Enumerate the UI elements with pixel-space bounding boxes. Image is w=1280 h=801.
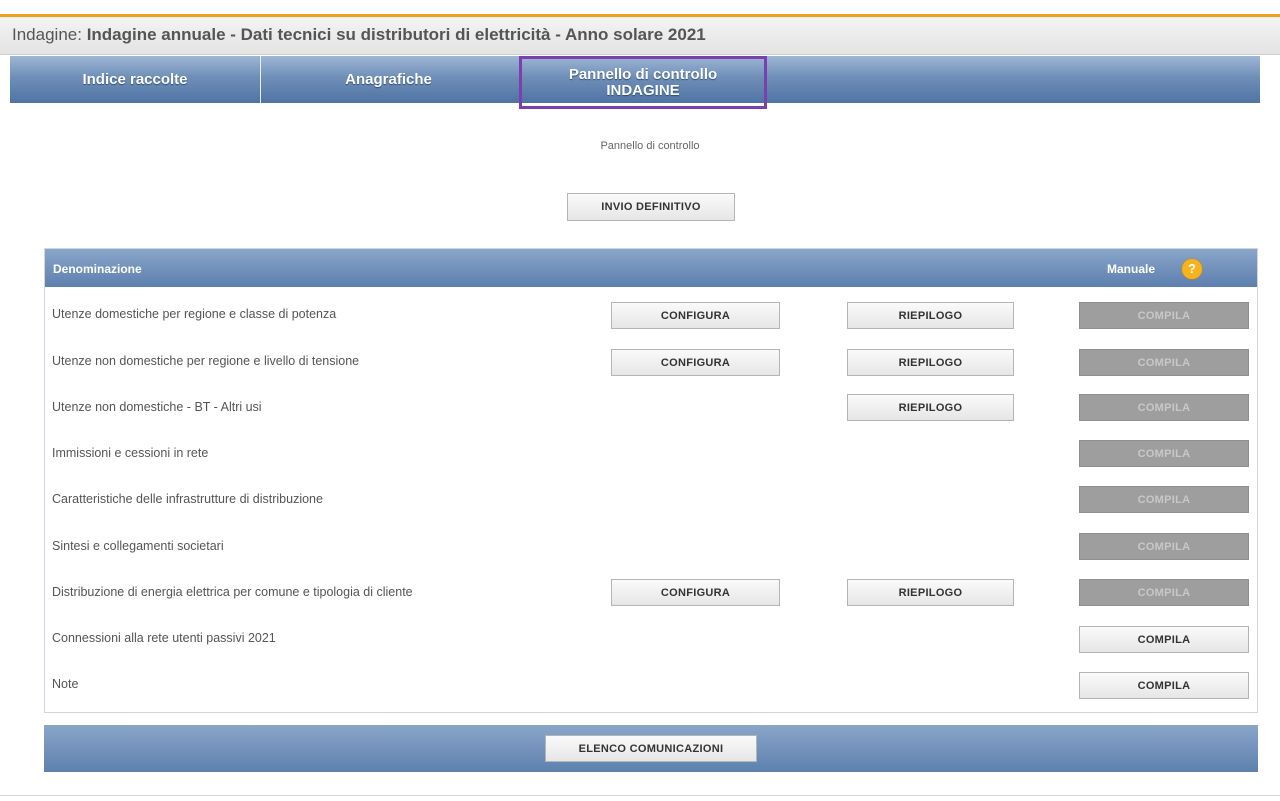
row-label: Utenze non domestiche per regione e live… [52, 354, 360, 368]
compila-button-disabled: COMPILA [1079, 533, 1249, 560]
row-label: Distribuzione di energia elettrica per c… [52, 585, 413, 599]
riepilogo-button[interactable]: RIEPILOGO [847, 579, 1014, 606]
row-label: Caratteristiche delle infrastrutture di … [52, 492, 323, 506]
invio-definitivo-button[interactable]: INVIO DEFINITIVO [567, 193, 735, 221]
row-label: Connessioni alla rete utenti passivi 202… [52, 631, 276, 645]
table-header: Denominazione Manuale ? [45, 249, 1257, 287]
bottom-divider [0, 795, 1280, 796]
tab-label: Indice raccolte [82, 71, 188, 88]
help-icon[interactable]: ? [1182, 259, 1202, 279]
row-label: Note [52, 677, 79, 691]
compila-button-disabled: COMPILA [1079, 579, 1249, 606]
compila-button[interactable]: COMPILA [1079, 672, 1249, 699]
configura-button[interactable]: CONFIGURA [611, 349, 780, 376]
riepilogo-button[interactable]: RIEPILOGO [847, 349, 1014, 376]
row-label: Utenze domestiche per regione e classe d… [52, 307, 337, 321]
elenco-comunicazioni-button[interactable]: ELENCO COMUNICAZIONI [545, 735, 757, 762]
compila-button[interactable]: COMPILA [1079, 626, 1249, 653]
row-label: Utenze non domestiche - BT - Altri usi [52, 400, 262, 414]
row-label: Sintesi e collegamenti societari [52, 539, 224, 553]
tab-indice-raccolte[interactable]: Indice raccolte [10, 56, 261, 103]
tab-label-line1: Pannello di controllo [568, 65, 718, 83]
configura-button[interactable]: CONFIGURA [611, 579, 780, 606]
row-label: Immissioni e cessioni in rete [52, 446, 209, 460]
page-subtitle: Pannello di controllo [600, 140, 700, 152]
compila-button-disabled: COMPILA [1079, 394, 1249, 421]
survey-title-bar: Indagine: Indagine annuale - Dati tecnic… [0, 17, 1280, 55]
configura-button[interactable]: CONFIGURA [611, 302, 780, 329]
tab-label: Anagrafiche [345, 71, 432, 88]
survey-label: Indagine: [12, 25, 82, 44]
tab-anagrafiche[interactable]: Anagrafiche [261, 56, 516, 103]
riepilogo-button[interactable]: RIEPILOGO [847, 302, 1014, 329]
survey-title: Indagine annuale - Dati tecnici su distr… [86, 25, 706, 44]
compila-button-disabled: COMPILA [1079, 302, 1249, 329]
tab-pannello-controllo-active[interactable]: Pannello di controllo INDAGINE [519, 56, 767, 109]
tab-label-line2: INDAGINE [606, 81, 680, 99]
riepilogo-button[interactable]: RIEPILOGO [847, 394, 1014, 421]
header-denominazione: Denominazione [53, 262, 142, 276]
compila-button-disabled: COMPILA [1079, 486, 1249, 513]
compila-button-disabled: COMPILA [1079, 349, 1249, 376]
compila-button-disabled: COMPILA [1079, 440, 1249, 467]
main-navigation: Indice raccolte Anagrafiche Pannello di … [10, 56, 1260, 109]
header-manuale: Manuale [1107, 262, 1156, 276]
